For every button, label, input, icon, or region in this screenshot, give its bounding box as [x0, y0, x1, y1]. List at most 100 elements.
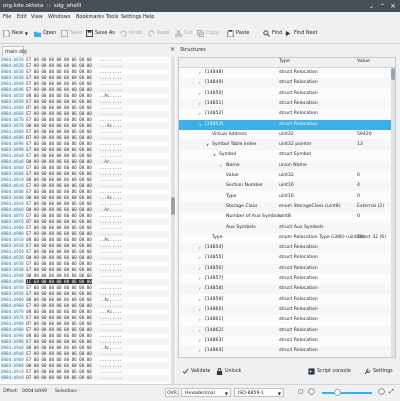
hex-row-ascii[interactable]: ......... [99, 129, 122, 134]
hex-row-ascii[interactable]: ......... [99, 189, 122, 194]
tab-main-obj[interactable]: main.obj [2, 46, 27, 56]
expander-closed-icon[interactable]: › [199, 99, 201, 109]
hex-row-ascii[interactable]: ......... [99, 213, 122, 218]
validate-button[interactable]: Validate [182, 366, 210, 377]
expander-closed-icon[interactable]: › [199, 295, 201, 305]
expander-closed-icon[interactable]: › [199, 305, 201, 315]
hex-row-ascii[interactable]: ......... [99, 171, 122, 176]
zoom-fit-icon[interactable]: ◯ [308, 388, 315, 395]
structure-row[interactable]: › [14858] struct Relocation [179, 284, 393, 295]
hex-row-ascii[interactable]: ......... [99, 267, 122, 272]
hex-row[interactable]: 0004:b9c8 B7 00 00 00 00 00 06 00 00 ...… [1, 375, 169, 381]
hex-row-bytes[interactable]: 00 00 00 00 00 06 00 00 00 [26, 273, 92, 278]
hex-row-ascii[interactable]: ......... [99, 363, 122, 368]
structure-row[interactable]: › [14856] struct Relocation [179, 263, 393, 274]
hex-row-bytes[interactable]: 00 00 00 00 00 06 00 00 00 [26, 207, 92, 212]
hex-row-bytes[interactable]: E7 00 00 00 00 00 06 00 00 [26, 111, 92, 116]
hex-scrollbar-thumb[interactable] [171, 197, 175, 215]
hex-row-bytes[interactable]: E7 00 00 00 00 00 06 00 00 [26, 153, 92, 158]
hex-row-bytes[interactable]: 1C E8 00 00 00 00 06 00 00 [26, 279, 92, 284]
hex-row-bytes[interactable]: 00 00 00 00 00 06 00 00 00 [26, 309, 92, 314]
hex-row-bytes[interactable]: 00 00 00 00 00 06 00 00 00 [26, 93, 92, 98]
structure-row[interactable]: › [14864] struct Relocation [179, 346, 393, 357]
hex-row-ascii[interactable]: ......... [99, 147, 122, 152]
menu-bookmarks[interactable]: Bookmarks [76, 14, 104, 20]
hex-row-bytes[interactable]: E7 00 00 00 00 00 06 00 00 [26, 315, 92, 320]
expander-open-icon[interactable]: ∨ [206, 140, 209, 150]
undo-button[interactable]: Undo [120, 27, 142, 39]
hex-row-ascii[interactable]: ......... [99, 81, 122, 86]
fullscreen-icon[interactable]: ⤢ [389, 388, 394, 396]
hex-row-bytes[interactable]: E7 00 00 00 00 00 06 00 00 [26, 165, 92, 170]
col-value-header[interactable]: Value [357, 59, 370, 64]
hex-row-bytes[interactable]: 00 00 00 00 00 06 00 00 00 [26, 333, 92, 338]
zoom-slider-handle[interactable] [334, 389, 341, 396]
hex-row-bytes[interactable]: E7 00 00 00 00 00 06 00 00 [26, 141, 92, 146]
menu-windows[interactable]: Windows [48, 14, 70, 20]
expander-closed-icon[interactable]: › [199, 274, 201, 284]
close-tab-icon[interactable]: × [170, 46, 175, 53]
expander-closed-icon[interactable]: › [199, 315, 201, 325]
hex-row-bytes[interactable]: 00 00 00 00 00 06 00 00 00 [26, 159, 92, 164]
hex-row-bytes[interactable]: E7 00 00 00 00 00 06 00 00 [26, 249, 92, 254]
hex-row-ascii[interactable]: ......... [99, 351, 122, 356]
hex-row-ascii[interactable]: ..Ac..... [99, 237, 122, 242]
menu-file[interactable]: File [3, 14, 11, 20]
hex-row-bytes[interactable]: E7 00 00 00 00 00 06 00 00 [26, 183, 92, 188]
hex-row-bytes[interactable]: E7 00 00 00 00 00 06 00 00 [26, 243, 92, 248]
open-button[interactable]: Open [34, 27, 56, 39]
hex-row-bytes[interactable]: E7 00 00 00 00 00 06 00 00 [26, 147, 92, 152]
menu-tools[interactable]: Tools [106, 14, 118, 20]
hex-row-ascii[interactable]: ......... [99, 273, 122, 278]
settings-button[interactable]: Settings [364, 366, 393, 377]
hex-row-bytes[interactable]: 00 00 00 00 00 06 00 00 00 [26, 177, 92, 182]
hex-row-ascii[interactable]: ......... [99, 255, 122, 260]
hex-row-ascii[interactable]: ......... [99, 333, 122, 338]
hex-row-bytes[interactable]: 00 00 00 00 00 06 00 00 00 [26, 345, 92, 350]
save-button[interactable]: Save [61, 27, 82, 39]
hex-row-bytes[interactable]: E7 00 00 00 00 00 06 00 00 [26, 129, 92, 134]
hex-row-ascii[interactable]: ......... [99, 225, 122, 230]
expander-closed-icon[interactable]: › [199, 346, 201, 356]
expander-open-icon[interactable]: ∨ [213, 150, 216, 160]
hex-row-bytes[interactable]: 00 00 00 00 00 06 00 00 00 [26, 297, 92, 302]
hex-row-bytes[interactable]: E7 00 00 00 00 00 06 00 00 [26, 213, 92, 218]
structure-row[interactable]: › [14861] struct Relocation [179, 315, 393, 325]
hex-row-bytes[interactable]: E7 00 00 00 00 00 06 00 00 [26, 369, 92, 374]
hex-row-bytes[interactable]: B7 00 00 00 00 00 06 00 00 [26, 219, 92, 224]
structure-row[interactable]: Number of Aux Symbols uint8 0 [179, 212, 393, 222]
hex-row-ascii[interactable]: ......... [99, 339, 122, 344]
structure-row[interactable]: Type uint16 0 [179, 192, 393, 202]
expander-closed-icon[interactable]: › [199, 243, 201, 253]
menu-view[interactable]: View [31, 14, 43, 20]
hex-row-bytes[interactable]: E7 00 00 00 00 00 06 00 00 [26, 117, 92, 122]
structure-row[interactable]: › [14860] struct Relocation [179, 304, 393, 315]
hex-row-bytes[interactable]: E7 00 00 00 00 00 06 00 00 [26, 339, 92, 344]
structures-scrollbar-thumb[interactable] [391, 68, 395, 80]
hex-row-bytes[interactable]: 00 00 00 00 00 06 00 00 00 [26, 195, 92, 200]
expander-closed-icon[interactable]: › [199, 284, 201, 294]
script-console-button[interactable]: Script console [308, 366, 351, 377]
hex-row-bytes[interactable]: E7 00 00 00 00 06 00 00 00 [26, 75, 92, 80]
hex-row-bytes[interactable]: B7 00 00 00 00 00 06 00 00 [26, 135, 92, 140]
structure-row[interactable]: › [14862] struct Relocation [179, 325, 393, 336]
hex-row-bytes[interactable]: E7 00 00 00 00 00 06 00 00 [26, 99, 92, 104]
expander-closed-icon[interactable]: › [199, 78, 201, 88]
structure-row[interactable]: Section Number uint16 4 [179, 181, 393, 192]
paste-button[interactable]: Paste [227, 27, 250, 39]
value-coding-select[interactable]: Hexadecimal ▼ [181, 388, 231, 397]
hex-row-ascii[interactable]: ..Ac..... [99, 159, 122, 164]
hex-row-ascii[interactable]: ......... [99, 285, 122, 290]
hex-row-bytes[interactable]: E7 00 00 00 00 00 06 00 00 [26, 225, 92, 230]
structure-row[interactable]: ∨ Symbol Table Index uint32 pointer 13 [179, 140, 393, 151]
structure-row[interactable]: Aux Symbols struct Aux Symbols [179, 222, 393, 233]
zoom-out-icon[interactable]: ▢ [298, 388, 304, 395]
hex-row-ascii[interactable]: ......... [99, 249, 122, 254]
hex-row-ascii[interactable]: ......... [99, 153, 122, 158]
hex-row-bytes[interactable]: 00 00 00 00 00 06 00 00 00 [26, 363, 92, 368]
hex-row-ascii[interactable]: ......... [99, 165, 122, 170]
structures-scrollbar[interactable] [391, 68, 395, 357]
hex-row-ascii[interactable]: ......... [99, 243, 122, 248]
hex-row-ascii[interactable]: ......... [99, 369, 122, 374]
hex-row-bytes[interactable]: 00 00 00 00 00 06 00 00 00 [26, 123, 92, 128]
